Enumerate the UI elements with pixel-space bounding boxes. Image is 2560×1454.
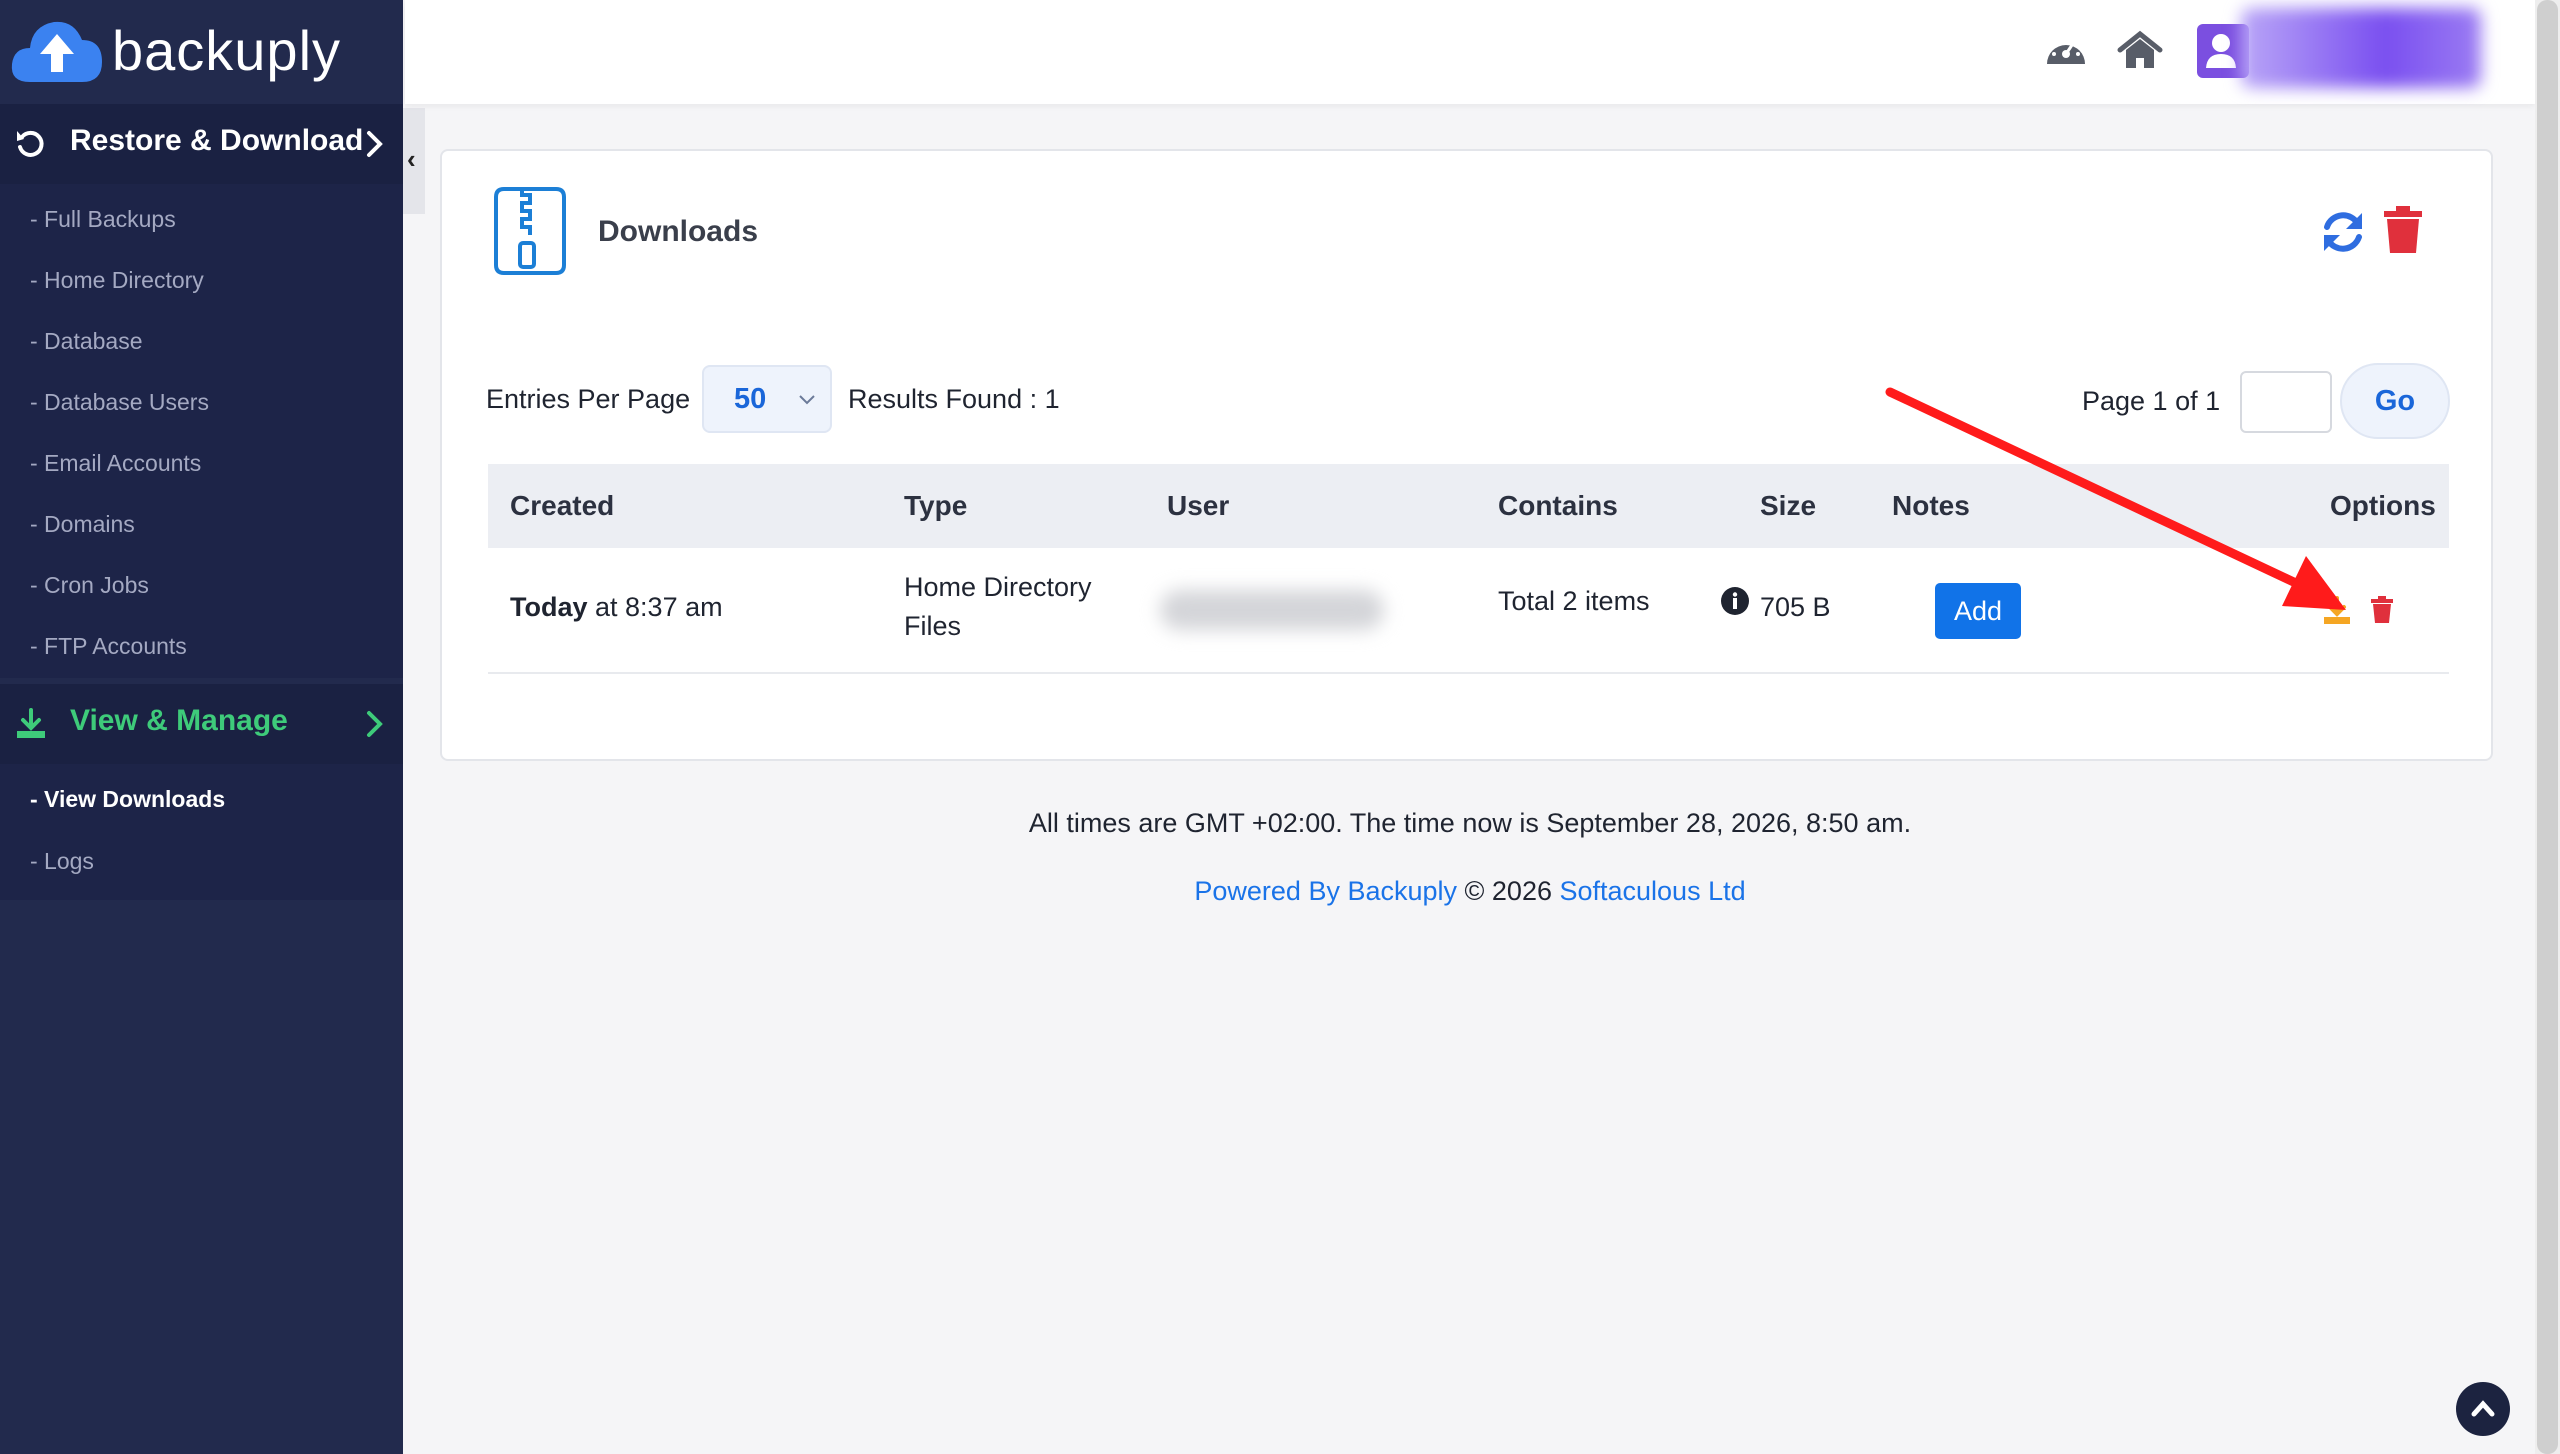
user-cell-redacted xyxy=(1160,590,1384,630)
brand-name: backuply xyxy=(112,19,342,82)
type-cell-line1: Home Directory xyxy=(904,572,1092,602)
footer-credit: Powered By Backuply © 2026 Softaculous L… xyxy=(405,876,2535,907)
dashboard-icon[interactable] xyxy=(2043,30,2089,72)
add-note-button[interactable]: Add xyxy=(1935,583,2021,639)
sidebar-item-domains[interactable]: - Domains xyxy=(30,511,135,538)
results-found: Results Found : 1 xyxy=(848,384,1060,414)
column-header-notes: Notes xyxy=(1892,490,1970,521)
scroll-to-top-button[interactable] xyxy=(2456,1382,2510,1436)
page-number-input[interactable] xyxy=(2240,371,2332,433)
copyright-text: © 2026 xyxy=(1457,876,1560,906)
chevron-left-icon: ‹ xyxy=(407,144,416,174)
trash-icon[interactable] xyxy=(2382,205,2424,255)
timezone-notice: All times are GMT +02:00. The time now i… xyxy=(1028,808,1912,838)
scrollbar-thumb[interactable] xyxy=(2537,0,2558,1454)
sidebar-section-view-manage[interactable]: View & Manage xyxy=(0,684,403,764)
sidebar: backuply Restore & Download - Full Backu… xyxy=(0,0,403,1454)
sidebar-section-restore-download[interactable]: Restore & Download xyxy=(0,104,403,184)
sidebar-item-full-backups[interactable]: - Full Backups xyxy=(30,206,176,233)
type-cell-line2: Files xyxy=(904,611,962,641)
zip-file-icon xyxy=(494,187,566,275)
powered-by-link[interactable]: Powered By Backuply xyxy=(1194,876,1457,906)
download-icon[interactable] xyxy=(2322,596,2352,626)
size-cell: 705 B xyxy=(1760,592,1831,622)
sidebar-collapse-toggle[interactable]: ‹ xyxy=(403,108,425,214)
column-header-contains: Contains xyxy=(1498,490,1618,521)
chevron-up-icon xyxy=(2471,1400,2495,1417)
trash-icon[interactable] xyxy=(2370,596,2394,624)
sidebar-item-email-accounts[interactable]: - Email Accounts xyxy=(30,450,201,477)
sidebar-item-logs[interactable]: - Logs xyxy=(30,848,94,875)
created-time: at 8:37 am xyxy=(587,592,723,622)
sidebar-item-home-directory[interactable]: - Home Directory xyxy=(30,267,204,294)
column-header-user: User xyxy=(1167,490,1230,521)
chevron-right-icon xyxy=(367,711,383,737)
restore-submenu: - Full Backups - Home Directory - Databa… xyxy=(0,184,403,678)
column-header-type: Type xyxy=(904,490,968,521)
sidebar-item-database-users[interactable]: - Database Users xyxy=(30,389,209,416)
entries-per-page-select[interactable]: 50 xyxy=(702,365,832,433)
table-row: Today at 8:37 am Home Directory Files To… xyxy=(488,548,2449,674)
download-icon xyxy=(17,708,45,738)
top-header xyxy=(405,0,2535,104)
chevron-down-icon xyxy=(799,395,815,405)
entries-per-page-value: 50 xyxy=(734,383,767,415)
created-cell: Today at 8:37 am xyxy=(510,592,723,623)
softaculous-link[interactable]: Softaculous Ltd xyxy=(1559,876,1745,906)
contains-cell: Total 2 items xyxy=(1498,586,1650,616)
chevron-right-icon xyxy=(367,131,383,157)
downloads-card: Downloads Entries Per Page 50 Results Fo… xyxy=(440,149,2493,761)
page-indicator: Page 1 of 1 xyxy=(2082,386,2221,416)
user-name-redacted[interactable] xyxy=(2241,8,2481,88)
table-header: Created Type User Contains Size Notes Op… xyxy=(488,464,2449,548)
sidebar-item-ftp-accounts[interactable]: - FTP Accounts xyxy=(30,633,187,660)
home-icon[interactable] xyxy=(2117,30,2163,72)
column-header-size: Size xyxy=(1760,490,1817,521)
sidebar-section-label: View & Manage xyxy=(70,704,288,737)
column-header-options: Options xyxy=(2330,490,2436,521)
card-title: Downloads xyxy=(598,215,759,248)
brand[interactable]: backuply xyxy=(0,0,403,102)
manage-submenu: - View Downloads - Logs xyxy=(0,764,403,900)
go-button[interactable]: Go xyxy=(2340,363,2450,439)
restore-icon xyxy=(17,130,44,157)
refresh-icon[interactable] xyxy=(2318,207,2368,257)
entries-per-page-label: Entries Per Page xyxy=(486,384,691,414)
cloud-upload-logo-icon xyxy=(11,21,102,82)
sidebar-item-view-downloads[interactable]: - View Downloads xyxy=(30,786,225,813)
column-header-created: Created xyxy=(510,490,615,521)
sidebar-section-label: Restore & Download xyxy=(70,124,364,157)
created-day: Today xyxy=(510,592,588,622)
sidebar-item-cron-jobs[interactable]: - Cron Jobs xyxy=(30,572,149,599)
info-icon[interactable] xyxy=(1720,586,1750,616)
sidebar-item-database[interactable]: - Database xyxy=(30,328,143,355)
